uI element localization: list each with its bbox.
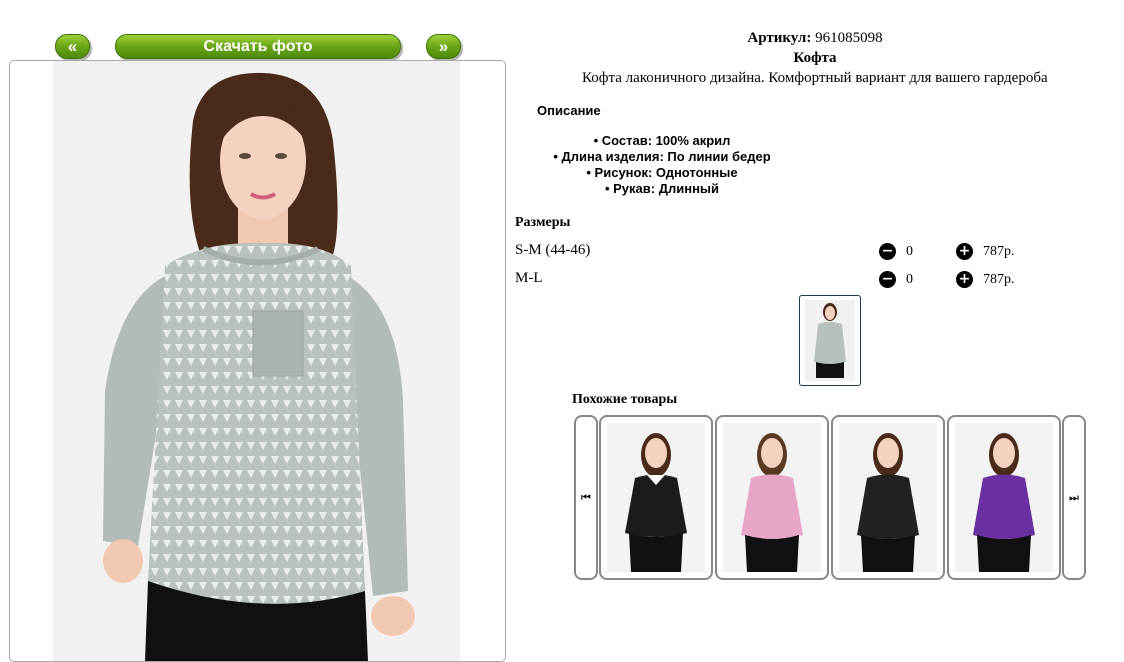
model-sweater-illustration — [103, 72, 415, 661]
size-row: S-M (44-46) − 0 + 787р. — [515, 242, 1075, 262]
main-photo-frame — [9, 60, 506, 662]
main-photo — [53, 61, 460, 661]
plus-circle-icon[interactable]: + — [956, 243, 973, 260]
photo-thumbnail[interactable] — [799, 295, 861, 386]
size-name: M-L — [515, 270, 543, 286]
article-label: Артикул: — [747, 30, 812, 46]
product-short-description: Кофта лаконичного дизайна. Комфортный ва… — [582, 70, 1048, 86]
model-illustration — [741, 433, 803, 572]
model-illustration — [973, 433, 1035, 572]
minus-circle-icon[interactable]: − — [879, 271, 896, 288]
sizes-title: Размеры — [515, 215, 571, 230]
similar-product-image — [723, 423, 821, 572]
similar-product-card[interactable] — [947, 415, 1061, 580]
price: 787р. — [983, 272, 1015, 287]
similar-product-image — [839, 423, 937, 572]
article-line: Артикул: 961085098 — [515, 30, 1115, 47]
feature-list: • Состав: 100% акрил • Длина изделия: По… — [532, 133, 792, 197]
feature-item: • Длина изделия: По линии бедер — [553, 149, 771, 164]
feature-item: • Рисунок: Однотонные — [586, 165, 738, 180]
similar-product-image — [955, 423, 1053, 572]
article-value: 961085098 — [815, 30, 883, 46]
similar-product-card[interactable] — [831, 415, 945, 580]
carousel-prev-icon[interactable]: ⏮ — [574, 415, 598, 580]
product-name: Кофта — [793, 50, 837, 66]
similar-product-card[interactable] — [599, 415, 713, 580]
size-name: S-M (44-46) — [515, 242, 591, 258]
model-illustration — [857, 433, 919, 572]
similar-product-image — [607, 423, 705, 572]
quantity-value: 0 — [906, 244, 913, 259]
price: 787р. — [983, 244, 1015, 259]
description-title: Описание — [537, 103, 601, 118]
similar-products-title: Похожие товары — [572, 392, 678, 407]
minus-circle-icon[interactable]: − — [879, 243, 896, 260]
feature-item: • Рукав: Длинный — [604, 181, 720, 196]
model-illustration — [625, 433, 687, 572]
prev-photo-button[interactable]: « — [55, 34, 90, 59]
download-photo-button[interactable]: Скачать фото — [115, 34, 401, 59]
quantity-value: 0 — [906, 272, 913, 287]
similar-product-card[interactable] — [715, 415, 829, 580]
size-row: M-L − 0 + 787р. — [515, 270, 1075, 290]
next-photo-button[interactable]: » — [426, 34, 461, 59]
thumbnail-image — [805, 300, 855, 381]
carousel-next-icon[interactable]: ⏭ — [1062, 415, 1086, 580]
plus-circle-icon[interactable]: + — [956, 271, 973, 288]
feature-item: • Состав: 100% акрил — [593, 133, 731, 148]
